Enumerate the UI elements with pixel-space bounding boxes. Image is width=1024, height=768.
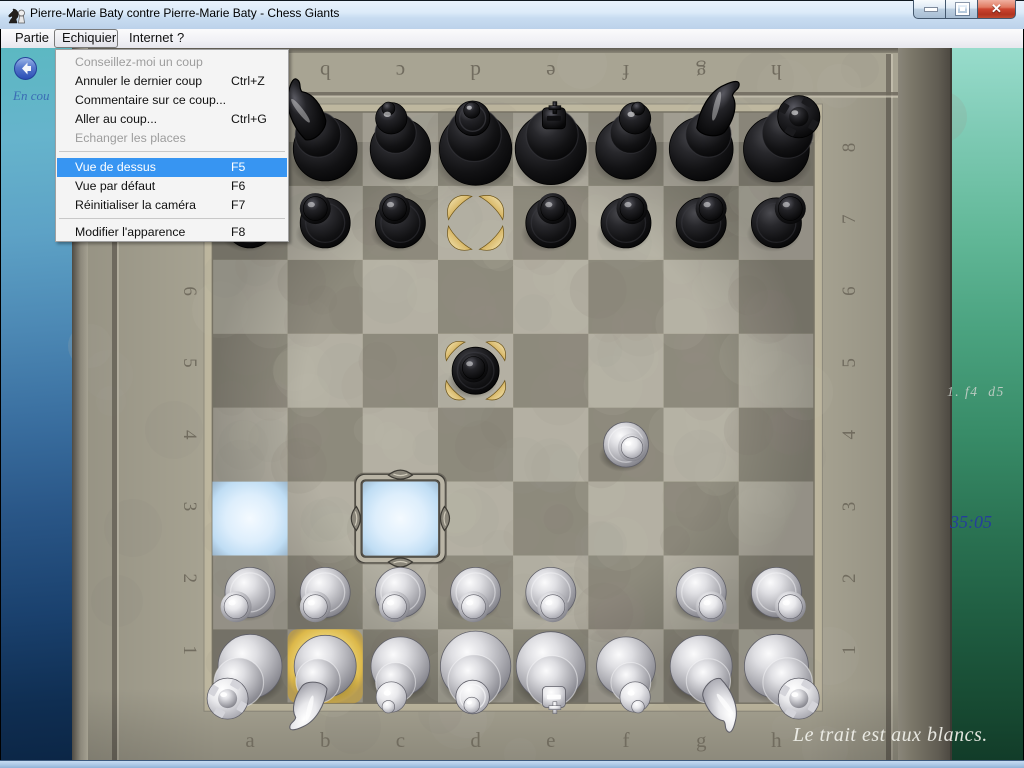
svg-text:d: d (470, 728, 481, 752)
svg-text:a: a (245, 728, 255, 752)
svg-text:c: c (396, 728, 405, 752)
svg-text:2: 2 (179, 574, 200, 584)
svg-text:1: 1 (839, 645, 860, 655)
svg-text:f: f (623, 60, 630, 84)
svg-text:5: 5 (179, 358, 200, 368)
svg-text:3: 3 (179, 502, 200, 512)
svg-text:b: b (320, 60, 331, 84)
svg-text:c: c (396, 60, 405, 84)
svg-text:h: h (771, 728, 782, 752)
svg-text:5: 5 (839, 358, 860, 368)
svg-text:7: 7 (839, 215, 860, 225)
svg-text:4: 4 (839, 429, 860, 439)
svg-text:h: h (771, 60, 782, 84)
svg-text:e: e (546, 728, 555, 752)
svg-text:g: g (695, 60, 706, 84)
svg-text:6: 6 (179, 286, 200, 296)
svg-text:d: d (470, 60, 481, 84)
svg-text:e: e (546, 60, 555, 84)
svg-text:f: f (623, 728, 630, 752)
svg-text:2: 2 (839, 574, 860, 584)
svg-text:b: b (320, 728, 331, 752)
svg-text:8: 8 (839, 143, 860, 153)
svg-text:3: 3 (839, 502, 860, 512)
svg-text:g: g (696, 728, 707, 752)
svg-text:6: 6 (839, 286, 860, 296)
svg-text:4: 4 (179, 430, 200, 440)
svg-text:1: 1 (179, 645, 200, 655)
